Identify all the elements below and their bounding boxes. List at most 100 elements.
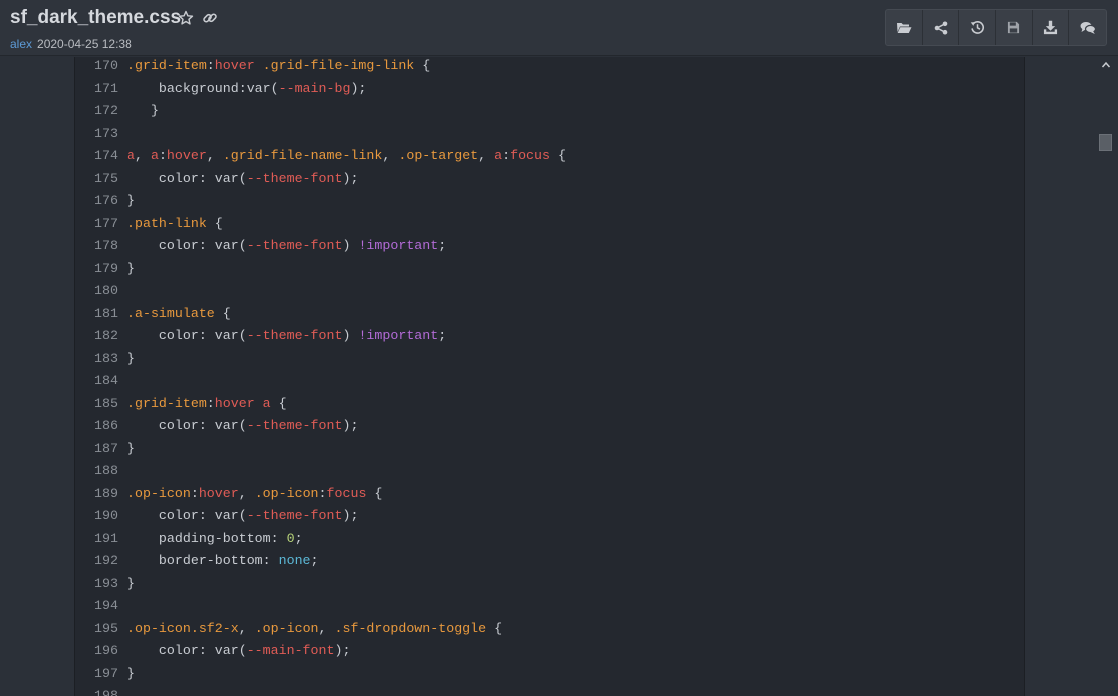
- save-button[interactable]: [996, 10, 1033, 45]
- code-editor[interactable]: 170 .grid-item:hover .grid-file-img-link …: [74, 57, 1025, 696]
- code-text: color: var(--theme-font) !important;: [127, 235, 446, 257]
- save-icon: [1008, 21, 1020, 34]
- code-line[interactable]: 172 }: [75, 100, 1024, 122]
- author-link[interactable]: alex: [10, 37, 32, 51]
- code-token: }: [127, 193, 135, 208]
- code-line[interactable]: 180: [75, 280, 1024, 302]
- scrollbar-thumb[interactable]: [1099, 134, 1112, 151]
- code-line[interactable]: 192 border-bottom: none;: [75, 550, 1024, 572]
- code-token: color: var(: [127, 643, 247, 658]
- code-token: {: [270, 395, 287, 411]
- code-line[interactable]: 191 padding-bottom: 0;: [75, 528, 1024, 550]
- code-line[interactable]: 185 .grid-item:hover a {: [75, 393, 1024, 415]
- scroll-up-arrow-icon[interactable]: [1100, 58, 1112, 72]
- code-line[interactable]: 173: [75, 123, 1024, 145]
- line-number: 178: [94, 238, 118, 253]
- line-number: 176: [94, 193, 118, 208]
- code-line[interactable]: 189 .op-icon:hover, .op-icon:focus {: [75, 483, 1024, 505]
- line-number: 182: [94, 328, 118, 343]
- code-token: }: [127, 665, 135, 681]
- code-line[interactable]: 190 color: var(--theme-font);: [75, 505, 1024, 527]
- code-token: }: [127, 260, 135, 276]
- download-button[interactable]: [1033, 10, 1070, 45]
- code-token: {: [414, 58, 431, 73]
- code-token: }: [127, 575, 135, 591]
- code-line[interactable]: 174 a, a:hover, .grid-file-name-link, .op…: [75, 145, 1024, 167]
- line-number: 187: [94, 440, 118, 456]
- code-token: ;: [310, 553, 319, 568]
- share-button[interactable]: [923, 10, 960, 45]
- code-text: .op-icon:hover, .op-icon:focus {: [127, 483, 382, 505]
- code-line[interactable]: 195 .op-icon.sf2-x, .op-icon, .sf-dropdow…: [75, 618, 1024, 640]
- code-token: {: [550, 148, 566, 163]
- code-text: }: [127, 663, 135, 685]
- code-token: :: [502, 148, 511, 163]
- line-number: 179: [94, 260, 118, 276]
- code-line[interactable]: 196 color: var(--main-font);: [75, 640, 1024, 662]
- code-line[interactable]: 194: [75, 595, 1024, 617]
- code-line[interactable]: 176}: [75, 190, 1024, 212]
- share-icon: [934, 21, 947, 34]
- code-line[interactable]: 179}: [75, 258, 1024, 280]
- history-button[interactable]: [959, 10, 997, 45]
- code-text: .grid-item:hover .grid-file-img-link {: [127, 57, 430, 77]
- file-title: sf_dark_theme.css: [10, 7, 182, 28]
- folder-open-icon: [896, 22, 912, 33]
- code-token: ;: [438, 238, 447, 253]
- code-token: .grid-file-name-link: [222, 148, 383, 163]
- code-line[interactable]: 183}: [75, 348, 1024, 370]
- code-token: a: [150, 148, 159, 163]
- code-text: color: var(--main-font);: [127, 640, 351, 662]
- history-icon: [970, 21, 984, 34]
- code-text: .a-simulate {: [127, 303, 231, 325]
- code-line[interactable]: 197}: [75, 663, 1024, 685]
- code-token: 0: [286, 530, 295, 546]
- code-token: --theme-font: [246, 508, 343, 523]
- code-line[interactable]: 198: [75, 685, 1024, 696]
- vertical-scrollbar[interactable]: [1098, 57, 1114, 696]
- code-line[interactable]: 177 .path-link {: [75, 213, 1024, 235]
- code-line[interactable]: 170 .grid-item:hover .grid-file-img-link …: [75, 57, 1024, 77]
- line-number: 188: [94, 463, 118, 478]
- open-folder-button[interactable]: [886, 10, 923, 45]
- code-token: ;: [294, 530, 303, 546]
- code-line[interactable]: 184: [75, 370, 1024, 392]
- code-text: .path-link {: [127, 213, 223, 235]
- code-text: border-bottom: none;: [127, 550, 319, 572]
- code-token: a: [262, 395, 271, 411]
- code-line[interactable]: 186 color: var(--theme-font);: [75, 415, 1024, 437]
- code-token: ,: [478, 148, 495, 163]
- code-line[interactable]: 182 color: var(--theme-font) !important;: [75, 325, 1024, 347]
- code-token: ): [342, 238, 359, 253]
- file-header: sf_dark_theme.css alex 2020-04-25 12:38: [0, 0, 1118, 56]
- line-number: 190: [94, 508, 118, 523]
- code-line[interactable]: 188: [75, 460, 1024, 482]
- line-number: 198: [94, 688, 118, 696]
- code-token: --main-bg: [278, 80, 351, 96]
- code-token: --theme-font: [246, 328, 343, 343]
- code-token: .grid-item: [127, 395, 207, 411]
- code-line[interactable]: 193}: [75, 573, 1024, 595]
- comments-button[interactable]: [1069, 10, 1106, 45]
- download-icon: [1043, 20, 1058, 35]
- code-token: !important: [358, 328, 439, 343]
- code-token: {: [366, 485, 383, 501]
- code-line[interactable]: 181 .a-simulate {: [75, 303, 1024, 325]
- star-icon[interactable]: [178, 10, 194, 26]
- code-token: a: [494, 148, 503, 163]
- code-line[interactable]: 175 color: var(--theme-font);: [75, 168, 1024, 190]
- link-icon[interactable]: [202, 10, 218, 26]
- code-token: .sf-dropdown-toggle: [334, 620, 487, 636]
- line-number: 180: [94, 283, 118, 298]
- code-line[interactable]: 178 color: var(--theme-font) !important;: [75, 235, 1024, 257]
- line-number: 185: [94, 395, 118, 411]
- code-token: ;: [438, 328, 447, 343]
- code-line[interactable]: 187}: [75, 438, 1024, 460]
- code-text: }: [127, 438, 135, 460]
- code-line[interactable]: 171 background:var(--main-bg);: [75, 78, 1024, 100]
- code-token: }: [127, 440, 135, 456]
- line-number: 192: [94, 553, 118, 568]
- line-number: 173: [94, 125, 118, 141]
- code-token: );: [342, 418, 359, 433]
